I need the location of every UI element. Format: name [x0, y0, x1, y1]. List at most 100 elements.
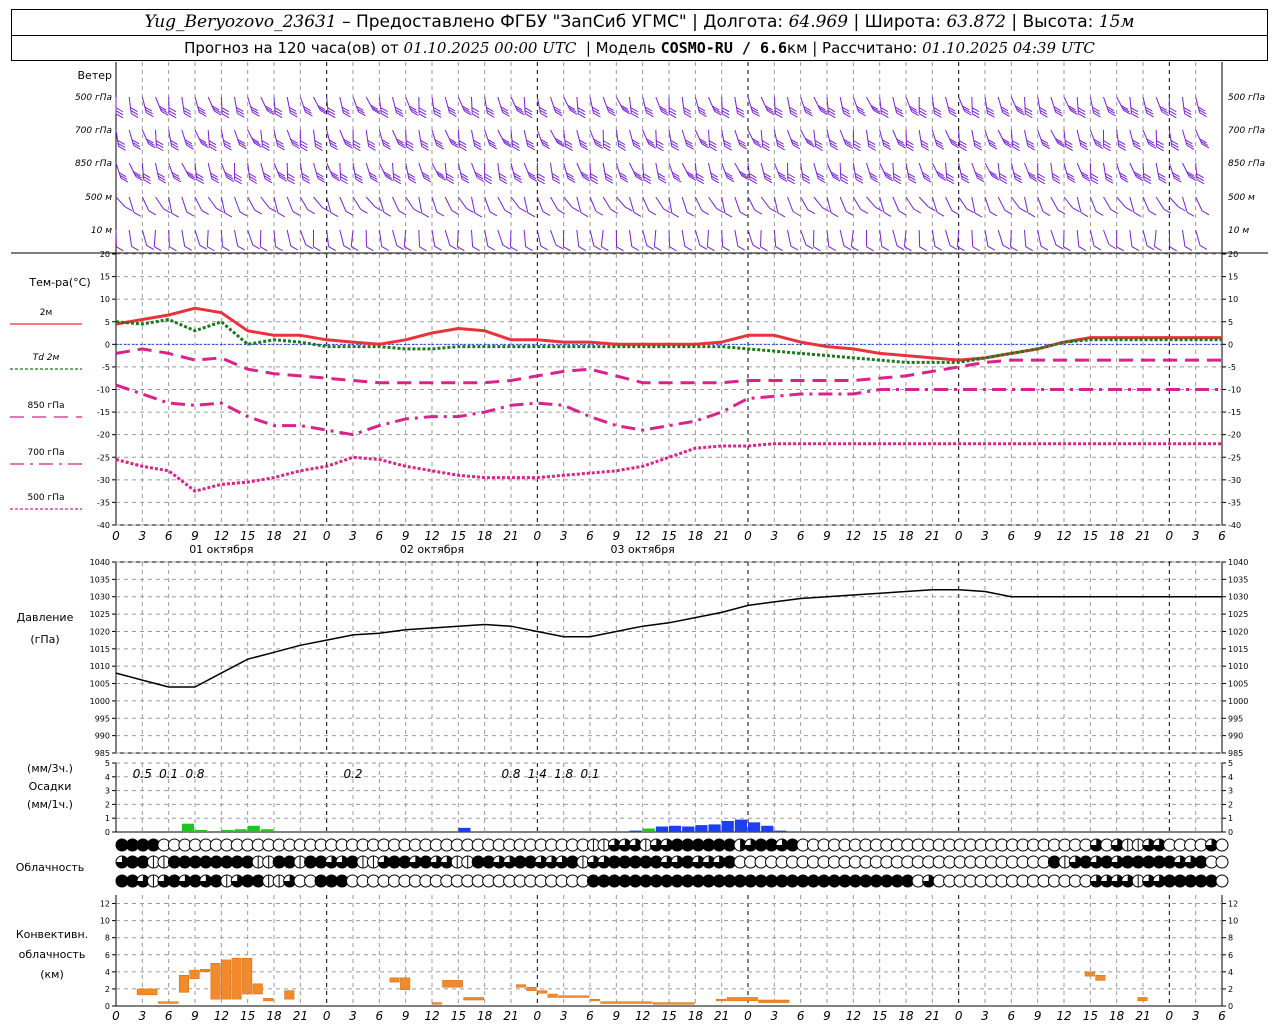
- wind-barb: [589, 96, 601, 118]
- wind-barb-shaft: [207, 196, 217, 209]
- wind-barb-shaft: [971, 196, 976, 214]
- wind-barb: [128, 196, 142, 217]
- wind-barb-feather: [813, 246, 821, 252]
- wind-barb-shaft: [984, 196, 991, 213]
- pres-ytick-label-left: 1000: [90, 697, 110, 706]
- temp-ytick-label-left: 0: [105, 340, 110, 349]
- wind-barb: [721, 129, 733, 151]
- wind-barb: [866, 229, 874, 252]
- conv-xtick-label: 12: [846, 1009, 861, 1023]
- temp-ytick-label-left: -15: [97, 408, 110, 417]
- wind-barb-feather: [805, 111, 813, 117]
- wind-barb: [668, 162, 682, 183]
- wind-barb: [1142, 162, 1152, 185]
- wind-barb: [668, 96, 677, 119]
- wind-barb-feather: [595, 210, 604, 216]
- wind-barb-feather: [148, 210, 157, 216]
- wind-barb-feather: [237, 245, 245, 251]
- temp-xtick-label: 0: [1166, 529, 1174, 543]
- conv-ytick-label-right: 8: [1228, 934, 1233, 943]
- temp-ytick-label-right: -30: [1228, 476, 1241, 485]
- precip-3h-total: 0.2: [343, 767, 362, 781]
- wind-barb: [536, 129, 551, 150]
- wind-barb: [1195, 162, 1205, 185]
- wind-barb-feather: [845, 210, 854, 216]
- wind-barb-feather: [1002, 244, 1011, 250]
- wind-barb: [892, 129, 907, 149]
- wind-barb: [879, 96, 889, 119]
- wind-barb-shaft: [773, 229, 777, 247]
- wind-barb: [852, 196, 869, 214]
- wind-barb: [997, 96, 1010, 117]
- wind-barb-shaft: [1182, 229, 1186, 247]
- wind-barb-shaft: [497, 196, 506, 211]
- wind-barb: [629, 229, 639, 251]
- wind-barb: [1089, 129, 1104, 149]
- wind-barb-feather: [1199, 245, 1208, 250]
- wind-barb: [1050, 196, 1066, 215]
- precip-3h-total: 0.5: [133, 767, 152, 781]
- wind-barb: [1154, 229, 1162, 252]
- precip-bar: [761, 825, 774, 832]
- wind-barb: [392, 229, 405, 250]
- wind-barb: [484, 129, 497, 150]
- wind-barb-feather: [366, 246, 374, 252]
- temp-ytick-label-right: 5: [1228, 318, 1233, 327]
- temp-xtick-label: 15: [451, 529, 466, 543]
- wind-barb: [681, 96, 692, 118]
- wind-barb: [234, 129, 247, 150]
- wind-barb: [220, 96, 230, 119]
- wind-barb-shaft: [787, 196, 794, 212]
- temp-ytick-label-left: 15: [100, 273, 110, 282]
- temp-ytick-label-right: 20: [1228, 250, 1238, 259]
- wind-barb: [655, 162, 667, 184]
- precip-ytick-label-left: 2: [105, 800, 110, 809]
- wind-barb-shaft: [747, 196, 756, 211]
- wind-barb: [471, 196, 483, 218]
- wind-barb-feather: [949, 244, 958, 250]
- wind-barb: [879, 229, 890, 251]
- wind-barb-shaft: [403, 229, 407, 247]
- wind-barb-feather: [686, 211, 695, 217]
- wind-barb: [260, 162, 273, 184]
- wind-barb: [1168, 97, 1177, 119]
- wind-barb-feather: [1040, 245, 1049, 251]
- wind-barb: [945, 162, 955, 185]
- wind-barb-shaft: [115, 196, 126, 208]
- cloud-circle: [1215, 874, 1229, 888]
- wind-barb: [1089, 162, 1099, 185]
- conv-ytick-label-right: 6: [1228, 951, 1233, 960]
- wind-barb: [392, 162, 402, 185]
- conv-axis-title: Конвективн.: [16, 928, 88, 941]
- wind-barb-feather: [616, 246, 624, 252]
- wind-barb: [181, 162, 197, 181]
- wind-barb-feather: [275, 246, 283, 252]
- conv-bar: [242, 957, 253, 995]
- wind-barb-feather: [593, 245, 602, 251]
- temp-xtick-label: 0: [955, 529, 963, 543]
- wind-barb: [128, 229, 139, 251]
- wind-barb: [892, 229, 905, 251]
- pres-ytick-label-right: 985: [1228, 749, 1243, 758]
- wind-barb-feather: [1133, 212, 1142, 217]
- wind-barb: [1024, 196, 1036, 218]
- wind-barb: [326, 196, 339, 218]
- wind-barb: [706, 229, 715, 252]
- wind-barb: [708, 129, 717, 152]
- wind-barb: [352, 196, 368, 214]
- precip-bar: [260, 829, 273, 832]
- wind-barb: [931, 162, 947, 181]
- pres-axis-title: Давление: [17, 611, 74, 624]
- wind-barb: [115, 97, 124, 119]
- wind-barb-feather: [1108, 111, 1116, 117]
- wind-barb: [326, 96, 336, 119]
- wind-barb-shaft: [299, 196, 309, 210]
- temp-xtick-label: 3: [981, 529, 989, 543]
- wind-barb-feather: [830, 212, 839, 218]
- wind-barb: [773, 96, 783, 119]
- wind-barb-shaft: [1103, 196, 1112, 210]
- wind-barb: [945, 96, 957, 118]
- wind-barb-feather: [226, 177, 235, 182]
- wind-barb-feather: [1125, 206, 1133, 212]
- wind-barb: [1024, 162, 1038, 182]
